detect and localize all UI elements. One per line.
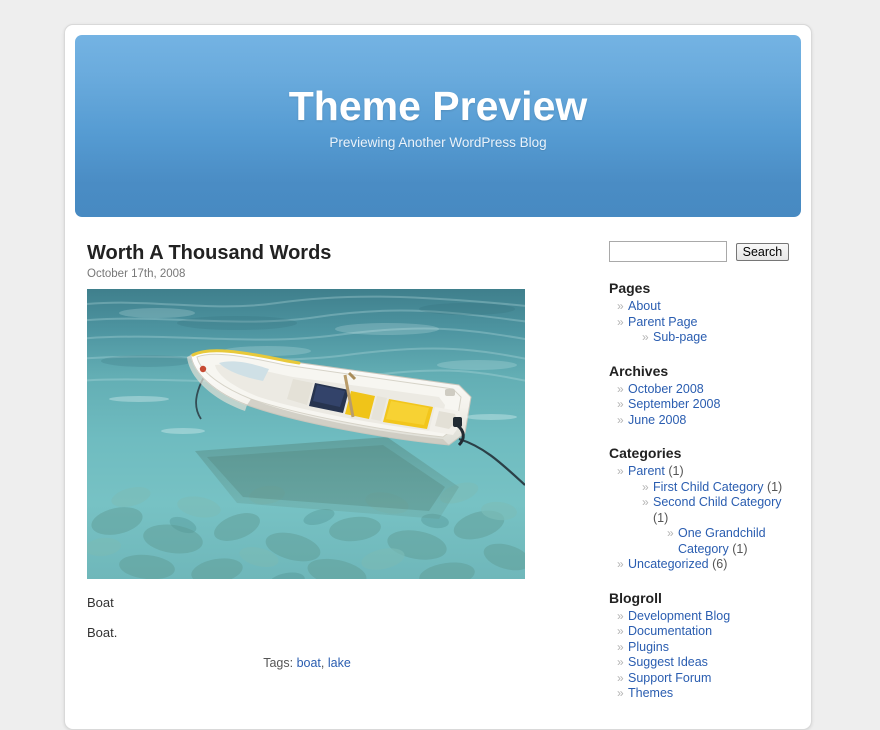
list-item[interactable]: September 2008	[617, 397, 789, 413]
list-item[interactable]: October 2008	[617, 382, 789, 398]
page-link-about[interactable]: About	[628, 299, 661, 313]
post-body: Boat Boat.	[87, 593, 527, 642]
post-image	[87, 289, 525, 579]
tag-link-boat[interactable]: boat	[297, 656, 321, 670]
search-form	[609, 241, 790, 262]
post-paragraph-1: Boat	[87, 595, 114, 610]
category-count-uncategorized: (6)	[712, 557, 728, 571]
post-tags: Tags: boat, lake	[87, 656, 527, 670]
blogroll-list: Development Blog Documentation Plugins S…	[609, 609, 789, 702]
site-title[interactable]: Theme Preview	[75, 35, 801, 129]
list-item[interactable]: Themes	[617, 686, 789, 702]
category-link-parent[interactable]: Parent	[628, 464, 665, 478]
post: Worth A Thousand Words October 17th, 200…	[87, 241, 527, 670]
post-paragraph-2: Boat.	[87, 625, 118, 640]
archive-link-september-2008[interactable]: September 2008	[628, 397, 720, 411]
category-link-one-grandchild-category[interactable]: One Grandchild Category	[678, 526, 766, 556]
pages-sublist: Sub-page	[628, 330, 789, 346]
content-column: Worth A Thousand Words October 17th, 200…	[87, 241, 527, 670]
list-item[interactable]: Plugins	[617, 640, 789, 656]
pages-list: About Parent Page Sub-page	[609, 299, 789, 346]
list-item[interactable]: Sub-page	[642, 330, 789, 346]
widget-blogroll: Blogroll Development Blog Documentation …	[609, 590, 789, 702]
list-item[interactable]: Parent Page Sub-page	[617, 315, 789, 346]
category-link-second-child-category[interactable]: Second Child Category	[653, 495, 782, 509]
categories-subsublist: One Grandchild Category (1)	[653, 526, 789, 557]
page-container: Theme Preview Previewing Another WordPre…	[64, 24, 812, 730]
blogroll-link-suggest-ideas[interactable]: Suggest Ideas	[628, 655, 708, 669]
category-link-first-child-category[interactable]: First Child Category	[653, 480, 763, 494]
widget-pages: Pages About Parent Page Sub-page	[609, 280, 789, 346]
list-item[interactable]: Uncategorized (6)	[617, 557, 789, 573]
list-item[interactable]: Support Forum	[617, 671, 789, 687]
widget-categories-heading: Categories	[609, 445, 682, 461]
archive-link-october-2008[interactable]: October 2008	[628, 382, 704, 396]
blogroll-link-documentation[interactable]: Documentation	[628, 624, 712, 638]
categories-sublist: First Child Category (1) Second Child Ca…	[628, 480, 789, 558]
sidebar: Pages About Parent Page Sub-page	[609, 241, 790, 719]
category-count-parent: (1)	[668, 464, 684, 478]
main-area: Worth A Thousand Words October 17th, 200…	[75, 217, 801, 719]
page-link-parent-page[interactable]: Parent Page	[628, 315, 698, 329]
category-count-one-grandchild-category: (1)	[732, 541, 748, 556]
list-item[interactable]: Development Blog	[617, 609, 789, 625]
tags-label: Tags:	[263, 656, 294, 670]
list-item[interactable]: Second Child Category (1) One Grandchild…	[642, 495, 789, 557]
archives-list: October 2008 September 2008 June 2008	[609, 382, 789, 429]
tag-separator: ,	[320, 656, 328, 670]
list-item[interactable]: June 2008	[617, 413, 789, 429]
page-link-sub-page[interactable]: Sub-page	[653, 330, 707, 344]
post-title[interactable]: Worth A Thousand Words	[87, 241, 527, 265]
blogroll-link-plugins[interactable]: Plugins	[628, 640, 669, 654]
widget-blogroll-heading: Blogroll	[609, 589, 662, 606]
category-count-first-child-category: (1)	[766, 479, 783, 494]
blogroll-link-development-blog[interactable]: Development Blog	[628, 609, 730, 623]
list-item[interactable]: Documentation	[617, 624, 789, 640]
category-link-uncategorized[interactable]: Uncategorized	[628, 557, 709, 571]
search-button[interactable]	[735, 242, 790, 261]
widget-archives: Archives October 2008 September 2008 Jun…	[609, 363, 789, 429]
widget-pages-heading: Pages	[609, 280, 651, 296]
categories-list: Parent (1) First Child Category (1) Seco…	[609, 464, 789, 573]
archive-link-june-2008[interactable]: June 2008	[628, 413, 686, 427]
list-item[interactable]: Parent (1) First Child Category (1) Seco…	[617, 464, 789, 557]
list-item[interactable]: Suggest Ideas	[617, 655, 789, 671]
post-date: October 17th, 2008	[87, 268, 186, 280]
list-item[interactable]: About	[617, 299, 789, 315]
site-description: Previewing Another WordPress Blog	[329, 135, 547, 150]
widget-categories: Categories Parent (1) First Child Catego…	[609, 445, 789, 573]
widget-archives-heading: Archives	[609, 362, 669, 379]
blogroll-link-themes[interactable]: Themes	[628, 686, 673, 700]
category-count-second-child-category: (1)	[653, 510, 669, 525]
blogroll-link-support-forum[interactable]: Support Forum	[628, 671, 711, 685]
list-item[interactable]: One Grandchild Category (1)	[667, 526, 789, 557]
search-input[interactable]	[609, 241, 727, 262]
list-item[interactable]: First Child Category (1)	[642, 480, 789, 496]
tag-link-lake[interactable]: lake	[328, 656, 351, 670]
site-header: Theme Preview Previewing Another WordPre…	[75, 35, 801, 217]
